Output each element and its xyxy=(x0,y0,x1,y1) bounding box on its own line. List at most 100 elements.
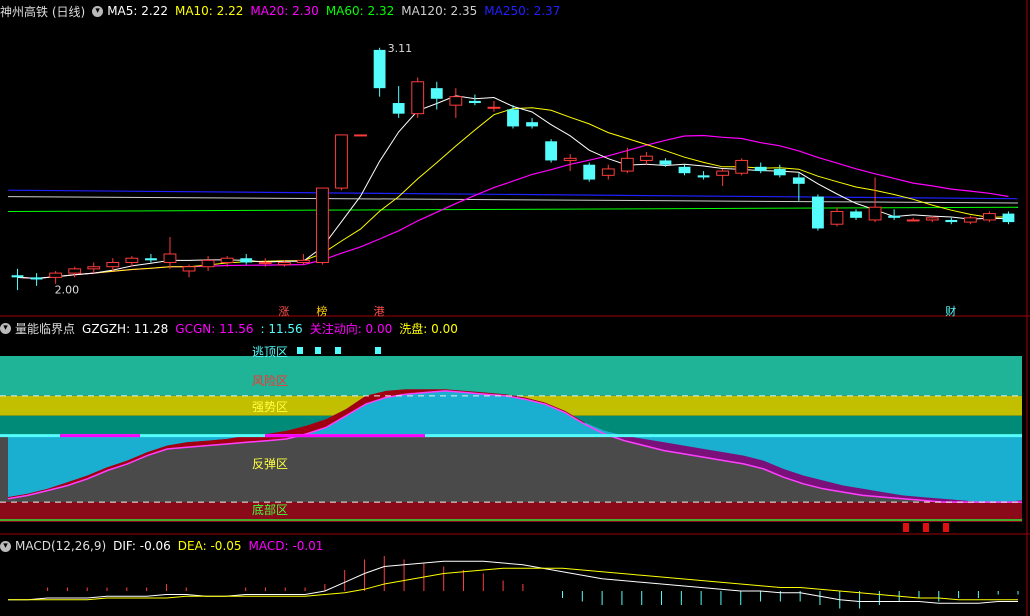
candle-body xyxy=(830,210,844,225)
candle-body xyxy=(163,253,177,263)
candle-body xyxy=(354,134,367,137)
candle-body xyxy=(30,277,43,280)
candle-body xyxy=(792,177,805,184)
macd-title: MACD(12,26,9) xyxy=(15,539,107,553)
candle-body xyxy=(545,141,558,161)
candle-body xyxy=(601,168,615,176)
candle-body xyxy=(526,122,538,127)
candle-body xyxy=(468,100,481,104)
bottom-signal-mark xyxy=(903,523,909,532)
candle-body xyxy=(277,261,291,266)
candle-body xyxy=(639,155,653,161)
candle-body xyxy=(735,159,749,174)
indicator-header: ▾ 量能临界点 GZGZH: 11.28 GCGN: 11.56 : 11.56 关注… xyxy=(0,319,472,337)
candle-body xyxy=(925,217,939,221)
candle-body xyxy=(145,258,157,261)
candle-body xyxy=(201,259,215,268)
price-header: 神州高铁 (日线) ▾ MA5: 2.22 MA10: 2.22 MA20: 2.3… xyxy=(0,2,574,20)
candle-body xyxy=(888,215,901,218)
candle-body xyxy=(392,103,405,114)
candle-body xyxy=(316,187,329,263)
candle-body xyxy=(983,213,996,221)
zone-label: 风险区 xyxy=(252,373,288,388)
zone-label: 强势区 xyxy=(252,400,288,414)
candle-body xyxy=(87,266,101,270)
event-marker: 榜 xyxy=(316,304,327,318)
ma60-line xyxy=(7,206,1019,212)
macd-value-2: MACD: -0.01 xyxy=(248,539,324,553)
candle-body xyxy=(220,257,234,263)
candle-body xyxy=(868,206,882,221)
candle-body xyxy=(125,257,139,263)
candle-body xyxy=(335,134,348,189)
candle-body xyxy=(945,219,958,223)
event-marker: 涨 xyxy=(278,305,289,318)
candle-body xyxy=(906,219,920,222)
indicator-legend: GZGZH: 11.28 GCGN: 11.56 : 11.56 关注动向: 0.00… xyxy=(82,320,465,337)
candle-body xyxy=(773,168,786,176)
candle-body xyxy=(811,196,824,229)
indicator-value-1: GCGN: 11.56 xyxy=(175,321,254,336)
stock-chart[interactable]: 3.11 2.00 涨 榜 港 财逃顶区风险区强势区反弹区底部区 xyxy=(0,0,1030,616)
low-price-label: 2.00 xyxy=(55,284,79,297)
candle-body xyxy=(258,261,272,264)
indicator-value-2: : 11.56 xyxy=(260,321,303,336)
candle-body xyxy=(678,166,691,174)
top-signal-mark xyxy=(315,347,321,354)
candle-body xyxy=(182,266,196,272)
candle-body xyxy=(716,170,730,176)
candle-body xyxy=(583,164,596,180)
candle-body xyxy=(563,157,577,161)
circle-chevron-icon[interactable]: ▾ xyxy=(0,322,11,334)
ma10-line xyxy=(17,107,1009,279)
ma-value-3: MA60: 2.32 xyxy=(325,4,395,18)
candle-body xyxy=(487,106,501,109)
event-marker: 财 xyxy=(945,304,956,318)
ma-value-4: MA120: 2.35 xyxy=(401,4,478,18)
top-signal-mark xyxy=(335,347,341,354)
candle-body xyxy=(49,272,63,278)
ma-value-5: MA250: 2.37 xyxy=(484,4,561,18)
high-price-label: 3.11 xyxy=(388,42,413,55)
candle-body xyxy=(296,259,310,263)
indicator-title: 量能临界点 xyxy=(15,321,76,336)
candle-body xyxy=(11,275,24,278)
candle-body xyxy=(430,88,443,99)
candle-body xyxy=(963,217,977,223)
ma-value-0: MA5: 2.22 xyxy=(107,4,168,18)
circle-chevron-icon[interactable]: ▾ xyxy=(92,5,104,17)
ma-value-2: MA20: 2.30 xyxy=(250,4,319,18)
top-signal-mark xyxy=(297,347,303,354)
zone-band xyxy=(0,356,1022,396)
event-marker: 港 xyxy=(374,305,385,318)
candle-body xyxy=(620,157,634,172)
zone-band xyxy=(0,502,1022,522)
ma-value-1: MA10: 2.22 xyxy=(174,4,244,18)
macd-header: ▾ MACD(12,26,9) DIF: -0.06 DEA: -0.05 MACD… xyxy=(0,537,337,555)
macd-legend: DIF: -0.06 DEA: -0.05 MACD: -0.01 xyxy=(113,539,330,553)
candle-body xyxy=(659,160,672,165)
candle-body xyxy=(240,258,253,263)
circle-chevron-icon[interactable]: ▾ xyxy=(0,540,11,552)
ma-legend: MA5: 2.22 MA10: 2.22 MA20: 2.30 MA60: 2.32 M… xyxy=(107,4,567,18)
zone-label: 底部区 xyxy=(252,502,288,517)
candle-body xyxy=(106,261,120,268)
candle-body xyxy=(373,49,386,89)
candle-body xyxy=(697,175,710,178)
candle-body xyxy=(449,96,463,106)
candle-body xyxy=(68,268,82,274)
candle-body xyxy=(850,211,862,218)
stock-title: 神州高铁 (日线) xyxy=(0,4,86,19)
indicator-value-3: 关注动向: 0.00 xyxy=(309,321,393,336)
zone-label: 反弹区 xyxy=(252,457,288,471)
macd-value-1: DEA: -0.05 xyxy=(177,539,242,553)
candle-body xyxy=(754,166,767,172)
dif-line xyxy=(8,560,1018,604)
top-signal-mark xyxy=(375,347,381,354)
candle-body xyxy=(411,81,425,115)
candle-body xyxy=(1002,213,1015,223)
indicator-value-4: 洗盘: 0.00 xyxy=(399,321,458,336)
indicator-value-0: GZGZH: 11.28 xyxy=(82,321,169,336)
candle-body xyxy=(507,109,519,127)
bottom-signal-mark xyxy=(943,523,949,532)
